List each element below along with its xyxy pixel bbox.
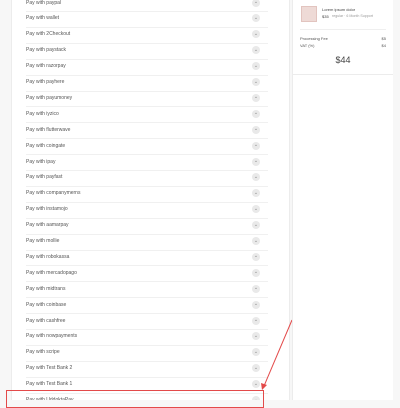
payment-method-row[interactable]: Pay with Test Bank 2 ⌄ [26,362,268,378]
payment-method-row[interactable]: Pay with 2Checkout ⌄ [26,28,268,44]
chevron-down-icon[interactable]: ⌄ [252,157,260,166]
payment-method-label: Pay with flutterwave [26,126,71,133]
chevron-down-icon[interactable]: ⌄ [252,205,260,214]
chevron-down-icon[interactable]: ⌄ [252,173,260,182]
chevron-down-icon[interactable]: ⌄ [252,332,260,341]
chevron-down-icon[interactable]: ⌄ [252,141,260,150]
chevron-down-icon[interactable]: ⌄ [252,364,260,373]
chevron-down-icon[interactable]: ⌄ [252,93,260,102]
payment-method-label: Pay with scripe [26,349,60,356]
payment-method-row[interactable]: Pay with paypal ⌄ [26,0,268,12]
product-meta: regular · 6 Month Support [332,14,373,18]
chevron-down-icon[interactable]: ⌄ [252,0,260,7]
payment-method-label: Pay with aamarpay [26,222,69,229]
order-total: $44 [335,55,351,65]
payment-method-row[interactable]: Pay with razorpay ⌄ [26,60,268,76]
chevron-down-icon[interactable]: ⌄ [252,284,260,293]
payment-method-label: Pay with coingate [26,142,66,149]
payment-method-row[interactable]: Pay with aamarpay ⌄ [26,219,268,235]
product-price: $35 [322,14,329,19]
payment-method-row[interactable]: Pay with payfast ⌄ [26,171,268,187]
processing-fee-row: Processing Fee $5 [300,36,386,41]
chevron-down-icon[interactable]: ⌄ [252,300,260,309]
payment-method-row[interactable]: Pay with companymerns ⌄ [26,187,268,203]
payment-method-label: Pay with payhere [26,79,65,85]
chevron-down-icon[interactable]: ⌄ [252,221,260,230]
payment-method-label: Pay with iyzico [26,110,59,117]
payment-method-label: Pay with razorpay [26,63,66,70]
vat-label: VAT (%) [300,43,315,48]
processing-fee-label: Processing Fee [300,36,328,41]
payment-method-row[interactable]: Pay with midtrans ⌄ [26,282,268,299]
chevron-down-icon[interactable]: ⌄ [252,252,260,261]
chevron-down-icon[interactable]: ⌄ [252,237,260,245]
payment-method-label: Pay with Test Bank 2 [26,365,73,372]
payment-method-row[interactable]: Pay with paystack ⌄ [26,44,268,60]
payment-method-row[interactable]: Pay with instamojo ⌄ [26,203,268,219]
payment-method-row[interactable]: Pay with coinbase ⌄ [26,298,268,315]
chevron-down-icon[interactable]: ⌄ [252,46,260,55]
payment-methods-panel: Pay with paypal ⌄ Pay with wallet ⌄ Pay with… [11,0,290,400]
payment-method-label: Pay with companymerns [26,190,81,197]
product-title: Lorem ipsum dolor [322,7,356,12]
chevron-down-icon[interactable]: ⌄ [252,125,260,134]
processing-fee-value: $5 [381,36,386,41]
summary-divider [300,29,386,30]
payment-method-label: Pay with instamojo [26,206,68,213]
chevron-down-icon[interactable]: ⌄ [252,78,260,86]
payment-method-row[interactable]: Pay with cashfree ⌄ [26,314,268,330]
order-summary-panel: Lorem ipsum dolor $35 regular · 6 Month … [292,0,393,400]
payment-method-label: Pay with mollie [26,238,60,244]
payment-method-row[interactable]: Pay with payhere ⌄ [26,76,268,92]
payment-method-label: Pay with paystack [26,47,67,54]
payment-method-label: Pay with robokassa [26,253,70,260]
payment-method-row[interactable]: Pay with ipay ⌄ [26,155,268,171]
payment-method-label: Pay with mercadopago [26,269,77,276]
chevron-down-icon[interactable]: ⌄ [252,380,260,389]
chevron-down-icon[interactable]: ⌄ [252,14,260,23]
chevron-down-icon[interactable]: ⌄ [252,62,260,71]
payment-method-row[interactable]: Pay with robokassa ⌄ [26,250,268,267]
payment-method-row[interactable]: Pay with Test Bank 1 ⌄ [26,378,268,394]
payment-method-label: Pay with paypal [26,0,62,6]
payment-method-label: Pay with wallet [26,15,60,22]
selected-method-highlight [6,390,264,408]
payment-method-row[interactable]: Pay with mollie ⌄ [26,235,268,251]
payment-method-row[interactable]: Pay with payumoney ⌄ [26,91,268,108]
payment-method-label: Pay with midtrans [26,285,66,292]
payment-method-label: Pay with nowpayments [26,333,78,340]
order-summary-card: Lorem ipsum dolor $35 regular · 6 Month … [293,0,393,75]
payment-method-row[interactable]: Pay with coingate ⌄ [26,139,268,156]
payment-method-label: Pay with 2Checkout [26,31,71,38]
chevron-down-icon[interactable]: ⌄ [252,348,260,357]
chevron-down-icon[interactable]: ⌄ [252,30,260,39]
vat-row: VAT (%) $4 [300,43,386,48]
payment-method-row[interactable]: Pay with flutterwave ⌄ [26,123,268,140]
payment-method-label: Pay with ipay [26,158,56,165]
product-thumbnail [301,6,317,22]
chevron-down-icon[interactable]: ⌄ [252,189,260,198]
payment-method-label: Pay with coinbase [26,301,67,308]
payment-method-label: Pay with cashfree [26,317,66,324]
payment-method-label: Pay with Test Bank 1 [26,381,73,388]
payment-method-row[interactable]: Pay with wallet ⌄ [26,12,268,28]
payment-method-row[interactable]: Pay with mercadopago ⌄ [26,266,268,283]
chevron-down-icon[interactable]: ⌄ [252,109,260,118]
payment-method-label: Pay with payfast [26,174,63,181]
chevron-down-icon[interactable]: ⌄ [252,268,260,277]
payment-method-label: Pay with payumoney [26,94,73,101]
vat-value: $4 [381,43,386,48]
payment-method-row[interactable]: Pay with scripe ⌄ [26,346,268,362]
chevron-down-icon[interactable]: ⌄ [252,316,260,325]
payment-method-row[interactable]: Pay with iyzico ⌄ [26,107,268,124]
payment-method-row[interactable]: Pay with nowpayments ⌄ [26,330,268,346]
